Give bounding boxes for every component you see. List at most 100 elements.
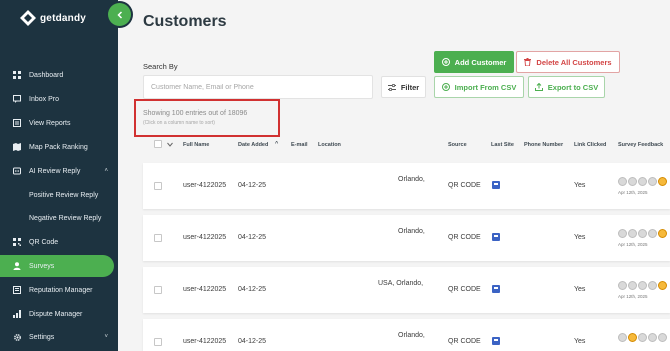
row-link-clicked: Yes (574, 234, 586, 241)
rating-face-icon (648, 177, 657, 186)
row-full-name: user-4122025 (183, 182, 227, 189)
rating-face-icon (618, 177, 627, 186)
rating-face-icon (658, 333, 667, 342)
feedback-date: Apr 12th, 2025 (618, 294, 648, 299)
page-title: Customers (143, 13, 227, 30)
upload-icon (534, 83, 543, 91)
row-link-clicked: Yes (574, 286, 586, 293)
feedback-faces (618, 281, 667, 290)
chevron-down-icon[interactable] (167, 142, 173, 147)
rating-face-icon (648, 229, 657, 238)
collapse-sidebar-button[interactable] (108, 3, 131, 26)
trash-icon (524, 58, 532, 66)
column-source[interactable]: Source (448, 142, 467, 148)
row-location: Orlando, (398, 176, 425, 183)
row-checkbox[interactable] (154, 338, 162, 346)
selected-face-icon (628, 333, 637, 342)
sidebar-item-reputation-manager[interactable]: Reputation Manager (0, 279, 118, 301)
delete-all-customers-button[interactable]: Delete All Customers (516, 51, 620, 73)
sidebar-item-label: Inbox Pro (29, 95, 59, 103)
website-icon[interactable] (492, 337, 500, 345)
chat-icon (12, 94, 22, 104)
row-checkbox[interactable] (154, 234, 162, 242)
sidebar-item-label: Positive Review Reply (29, 191, 99, 199)
selected-face-icon (658, 177, 667, 186)
import-csv-button[interactable]: Import From CSV (434, 76, 524, 98)
export-csv-button[interactable]: Export to CSV (528, 76, 605, 98)
sidebar-item-label: AI Review Reply (29, 167, 81, 175)
column-survey-feedback[interactable]: Survey Feedback (618, 142, 663, 148)
sidebar-item-map-pack-ranking[interactable]: Map Pack Ranking (0, 136, 118, 158)
sidebar-item-positive-review-reply[interactable]: Positive Review Reply (0, 184, 118, 206)
sidebar-item-view-reports[interactable]: View Reports (0, 112, 118, 134)
sidebar-item-ai-review-reply[interactable]: AI Review Reply ˄ (0, 160, 118, 182)
row-checkbox[interactable] (154, 182, 162, 190)
brand-logo[interactable]: getdandy (20, 10, 86, 26)
chevron-up-icon: ˄ (104, 168, 108, 174)
filter-button[interactable]: Filter (381, 76, 426, 98)
ai-review-icon (12, 166, 22, 176)
row-date-added: 04-12-25 (238, 182, 267, 189)
sidebar-item-dispute-manager[interactable]: Dispute Manager (0, 303, 118, 325)
sidebar-item-label: Negative Review Reply (29, 214, 102, 222)
column-last-site[interactable]: Last Site (491, 142, 514, 148)
logo-icon (20, 10, 36, 26)
select-all-checkbox[interactable] (154, 140, 162, 148)
chevron-down-icon: ˅ (104, 334, 108, 340)
column-link-clicked[interactable]: Link Clicked (574, 142, 606, 148)
search-label: Search By (143, 62, 178, 71)
feedback-faces (618, 333, 667, 342)
column-email[interactable]: E-mail (291, 142, 308, 148)
feedback-date: Apr 12th, 2025 (618, 190, 648, 195)
search-input[interactable] (143, 75, 373, 99)
map-icon (12, 142, 22, 152)
row-source: QR CODE (448, 338, 481, 345)
row-source: QR CODE (448, 182, 481, 189)
chevron-left-icon (116, 10, 122, 19)
add-customer-button[interactable]: Add Customer (434, 51, 514, 73)
entries-count: Showing 100 entries out of 18096 (143, 110, 248, 117)
row-full-name: user-4122025 (183, 286, 227, 293)
sidebar-item-label: View Reports (29, 119, 71, 127)
filter-icon (387, 83, 396, 91)
table-row[interactable]: user-4122025 04-12-25 USA, Orlando, QR C… (143, 267, 670, 313)
feedback-faces (618, 229, 667, 238)
sidebar-item-negative-review-reply[interactable]: Negative Review Reply (0, 207, 118, 229)
website-icon[interactable] (492, 285, 500, 293)
entries-count-box: Showing 100 entries out of 18096 (Click … (134, 99, 280, 137)
sidebar-item-inbox-pro[interactable]: Inbox Pro (0, 88, 118, 110)
row-location: Orlando, (398, 332, 425, 339)
rating-face-icon (628, 177, 637, 186)
sidebar: getdandy Dashboard Inbox Pro View Report… (0, 0, 118, 351)
dashboard-icon (12, 70, 22, 80)
row-location: USA, Orlando, (378, 280, 424, 287)
sidebar-item-dashboard[interactable]: Dashboard (0, 64, 118, 86)
sidebar-item-label: Surveys (29, 262, 55, 270)
sidebar-item-qr-code[interactable]: QR Code (0, 231, 118, 253)
feedback-faces (618, 177, 667, 186)
feedback-date: Apr 12th, 2025 (618, 242, 648, 247)
row-date-added: 04-12-25 (238, 338, 267, 345)
column-phone-number[interactable]: Phone Number (524, 142, 563, 148)
row-source: QR CODE (448, 286, 481, 293)
table-row[interactable]: user-4122025 04-12-25 Orlando, QR CODE Y… (143, 319, 670, 351)
plus-circle-icon (441, 58, 450, 66)
sidebar-item-settings[interactable]: Settings ˅ (0, 326, 118, 348)
row-location: Orlando, (398, 228, 425, 235)
table-row[interactable]: user-4122025 04-12-25 Orlando, QR CODE Y… (143, 163, 670, 209)
column-full-name[interactable]: Full Name (183, 142, 209, 148)
row-checkbox[interactable] (154, 286, 162, 294)
sidebar-item-label: QR Code (29, 238, 59, 246)
plus-circle-icon (441, 83, 450, 91)
website-icon[interactable] (492, 181, 500, 189)
sort-asc-icon[interactable]: ^ (275, 141, 278, 147)
table-row[interactable]: user-4122025 04-12-25 Orlando, QR CODE Y… (143, 215, 670, 261)
rating-face-icon (638, 333, 647, 342)
column-location[interactable]: Location (318, 142, 341, 148)
rating-face-icon (648, 333, 657, 342)
website-icon[interactable] (492, 233, 500, 241)
column-date-added[interactable]: Date Added (238, 142, 268, 148)
gear-icon (12, 332, 22, 342)
sidebar-item-label: Map Pack Ranking (29, 143, 88, 151)
sidebar-item-surveys[interactable]: Surveys (0, 255, 114, 277)
